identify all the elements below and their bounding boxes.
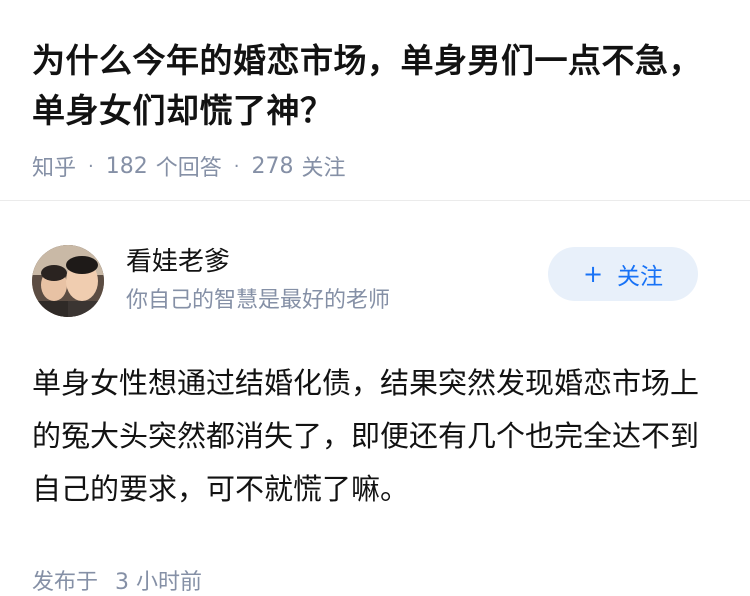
avatar[interactable] [32, 245, 104, 317]
separator-dot: · [88, 155, 94, 177]
question-header: 为什么今年的婚恋市场，单身男们一点不急，单身女们却慌了神？ 知乎 · 182 个… [0, 0, 750, 181]
separator-dot: · [233, 155, 240, 177]
answer-card: 看娃老爹 你自己的智慧是最好的老师 + 关注 单身女性想通过结婚化债，结果突然发… [0, 235, 750, 596]
answer-content[interactable]: 单身女性想通过结婚化债，结果突然发现婚恋市场上的冤大头突然都消失了，即便还有几个… [32, 357, 712, 516]
follower-count-label: 关注 [301, 156, 346, 181]
author-bio: 你自己的智慧是最好的老师 [126, 288, 391, 313]
author-name[interactable]: 看娃老爹 [126, 244, 390, 280]
follower-count: 278 [251, 153, 294, 179]
plus-icon: + [582, 260, 604, 288]
source-label[interactable]: 知乎 [32, 150, 76, 182]
author-row: 看娃老爹 你自己的智慧是最好的老师 + 关注 [32, 235, 718, 327]
divider [0, 200, 750, 201]
published-time: 3 小时前 [115, 570, 203, 595]
avatar-image [32, 245, 104, 317]
question-title[interactable]: 为什么今年的婚恋市场，单身男们一点不急，单身女们却慌了神？ [32, 36, 718, 136]
published-label: 发布于 [32, 570, 99, 595]
answer-count-label[interactable]: 个回答 [156, 150, 222, 182]
answer-footer: 发布于 3 小时前 [32, 564, 718, 596]
follow-label: 关注 [617, 264, 664, 290]
author-info: 看娃老爹 你自己的智慧是最好的老师 [126, 244, 390, 318]
question-meta: 知乎 · 182 个回答 · 278 关注 [32, 150, 718, 182]
answer-count: 182 [105, 153, 148, 179]
follow-button[interactable]: + 关注 [548, 247, 698, 301]
